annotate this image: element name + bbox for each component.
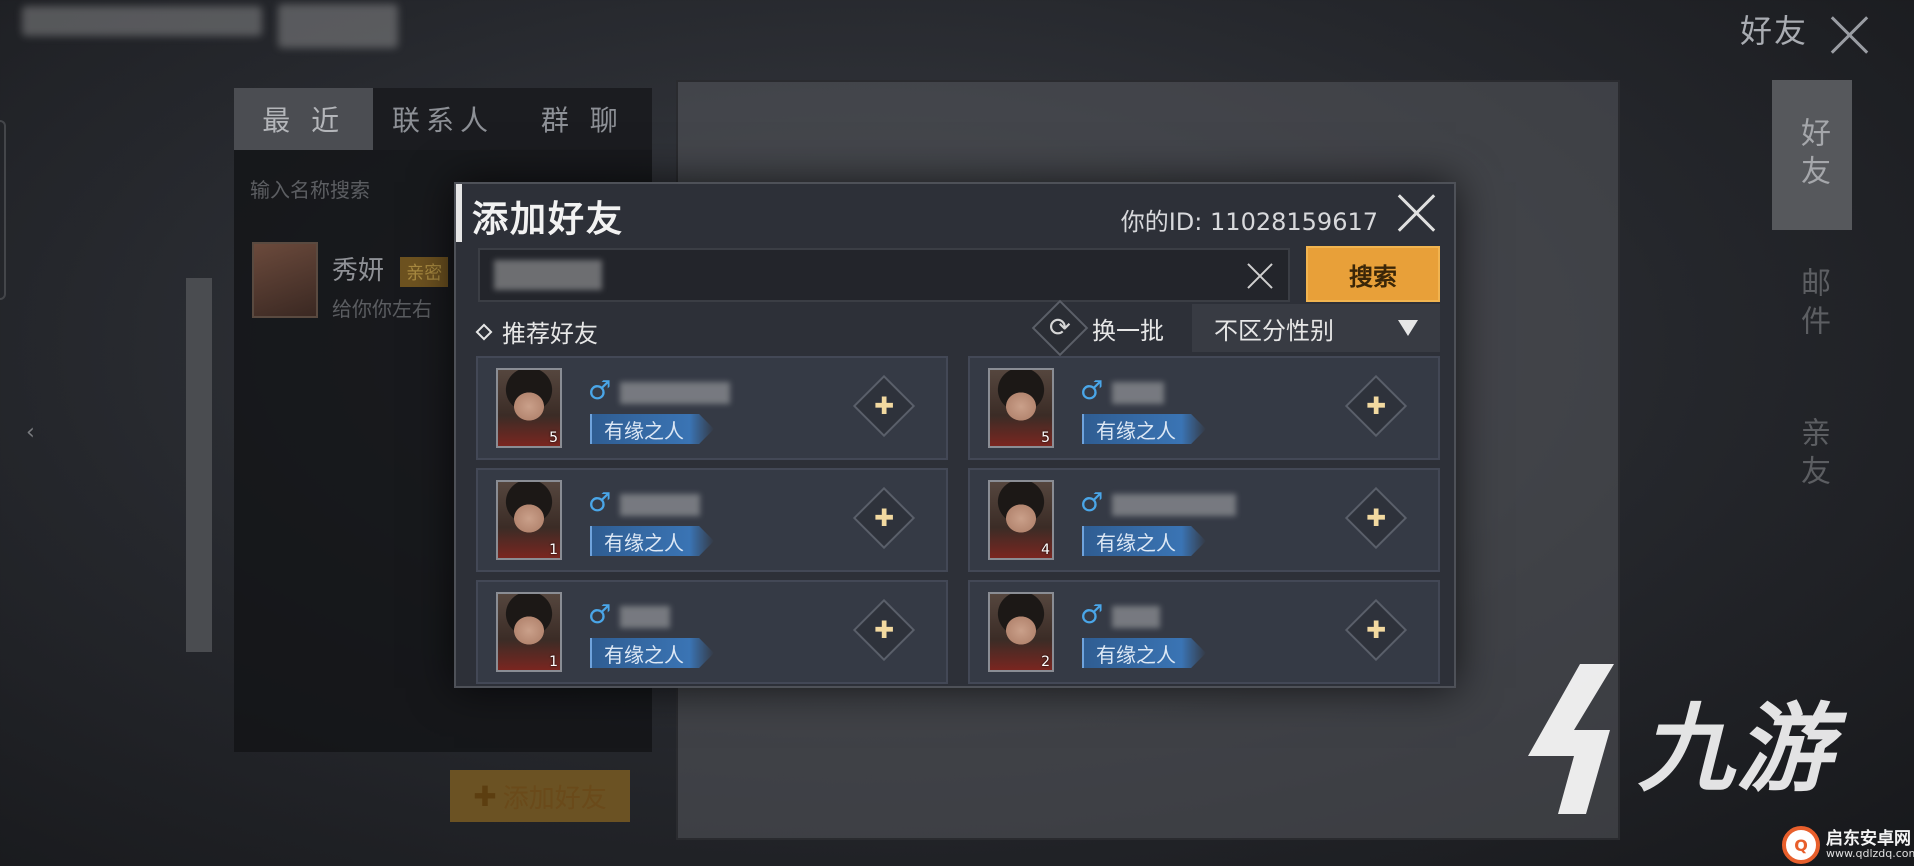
level-badge: 4 <box>1041 542 1050 558</box>
search-button[interactable]: 搜索 <box>1306 246 1440 302</box>
recommend-label: 推荐好友 <box>502 320 598 348</box>
player-name-blurred <box>620 606 670 628</box>
fate-tag: 有缘之人 <box>590 638 714 668</box>
avatar <box>252 242 318 318</box>
avatar[interactable]: 1 <box>496 480 562 560</box>
site-text: 启东安卓网 www.qdlzdq.com <box>1826 828 1914 861</box>
brand-name: 九游 <box>1638 692 1834 805</box>
friend-search-input[interactable] <box>478 248 1290 302</box>
gender-filter-select[interactable]: 不区分性别 <box>1192 304 1440 352</box>
site-name: 启东安卓网 <box>1826 828 1911 849</box>
site-watermark: Q 启东安卓网 www.qdlzdq.com <box>1782 826 1914 864</box>
male-icon: ♂ <box>1080 488 1104 518</box>
search-query-blurred <box>494 260 602 290</box>
site-logo-icon: Q <box>1782 826 1820 864</box>
recommend-heading: 推荐好友 <box>475 314 598 349</box>
player-name-blurred <box>1112 606 1160 628</box>
add-friend-icon[interactable]: ✚ <box>852 374 916 438</box>
add-friend-icon[interactable]: ✚ <box>852 486 916 550</box>
screen-title: 好友 <box>1739 12 1808 50</box>
male-icon: ♂ <box>1080 376 1104 406</box>
fate-tag: 有缘之人 <box>1082 526 1206 556</box>
recommendation-card: 1 ♂ 有缘之人 ✚ <box>476 468 948 572</box>
fate-tag: 有缘之人 <box>590 526 714 556</box>
level-badge: 1 <box>549 654 558 670</box>
level-badge: 5 <box>1041 430 1050 446</box>
add-friend-icon[interactable]: ✚ <box>1344 598 1408 662</box>
refresh-label: 换一批 <box>1092 316 1164 345</box>
diamond-icon <box>475 323 493 340</box>
site-url: www.qdlzdq.com <box>1826 847 1914 861</box>
player-name-blurred <box>1112 494 1236 516</box>
add-friend-label: 添加好友 <box>502 783 607 814</box>
tab-friends[interactable]: 好友 <box>1772 80 1852 230</box>
fate-tag: 有缘之人 <box>1082 638 1206 668</box>
recommendation-card: 1 ♂ 有缘之人 ✚ <box>476 580 948 684</box>
tab-contacts[interactable]: 联系人 <box>373 88 512 150</box>
scrollbar[interactable] <box>186 278 212 652</box>
chevron-left-icon[interactable]: ‹ <box>26 420 35 445</box>
brand-logo-icon <box>1528 664 1614 814</box>
recommendation-card: 4 ♂ 有缘之人 ✚ <box>968 468 1440 572</box>
refresh-button[interactable]: ⟳ 换一批 <box>1031 299 1164 357</box>
avatar[interactable]: 4 <box>988 480 1054 560</box>
level-badge: 2 <box>1041 654 1050 670</box>
add-friend-icon[interactable]: ✚ <box>852 598 916 662</box>
your-id: 你的ID: 11028159617 <box>1121 202 1378 237</box>
player-name-blurred <box>1112 382 1164 404</box>
player-name-blurred <box>620 494 700 516</box>
male-icon: ♂ <box>588 376 612 406</box>
add-friend-icon: ✚ <box>473 779 497 813</box>
your-id-label: 你的ID: <box>1120 208 1203 236</box>
title-accent-bar <box>456 184 462 242</box>
fate-tag: 有缘之人 <box>1082 414 1206 444</box>
right-tab-bar: 好友 邮件 亲友 <box>1772 80 1852 530</box>
dialog-title: 添加好友 <box>472 199 625 240</box>
tab-groups[interactable]: 群 聊 <box>513 88 652 150</box>
your-id-value: 11028159617 <box>1210 208 1378 236</box>
level-badge: 5 <box>549 430 558 446</box>
screen-close-icon[interactable] <box>1826 12 1872 58</box>
tab-relatives[interactable]: 亲友 <box>1772 380 1852 530</box>
male-icon: ♂ <box>1080 600 1104 630</box>
add-friend-icon[interactable]: ✚ <box>1344 486 1408 550</box>
fate-tag: 有缘之人 <box>590 414 714 444</box>
avatar[interactable]: 5 <box>496 368 562 448</box>
close-icon[interactable] <box>1396 192 1438 234</box>
recommendation-card: 5 ♂ 有缘之人 ✚ <box>476 356 948 460</box>
blurred-player-name <box>22 6 262 36</box>
recent-chat-item[interactable]: 秀妍 亲密 给你你左右 <box>252 242 449 322</box>
recommendation-card: 5 ♂ 有缘之人 ✚ <box>968 356 1440 460</box>
brand-watermark: 九游 <box>1510 660 1834 820</box>
player-name-blurred <box>620 382 730 404</box>
intimacy-badge: 亲密 <box>400 257 449 287</box>
male-icon: ♂ <box>588 488 612 518</box>
add-friend-icon[interactable]: ✚ <box>1344 374 1408 438</box>
tab-recent[interactable]: 最 近 <box>234 88 374 150</box>
chat-preview: 给你你左右 <box>332 297 432 321</box>
blurred-player-info <box>278 4 398 48</box>
chat-tabs: 最 近 联系人 群 聊 <box>234 88 652 150</box>
add-friend-button[interactable]: ✚ 添加好友 <box>450 770 630 822</box>
avatar[interactable]: 2 <box>988 592 1054 672</box>
recommendation-card: 2 ♂ 有缘之人 ✚ <box>968 580 1440 684</box>
caret-down-icon <box>1398 320 1418 336</box>
clear-icon[interactable] <box>1246 262 1274 290</box>
chat-name-row: 秀妍 亲密 <box>332 250 449 287</box>
gender-filter-value: 不区分性别 <box>1214 316 1334 345</box>
male-icon: ♂ <box>588 600 612 630</box>
left-drawer-handle[interactable] <box>0 120 6 300</box>
tab-mail[interactable]: 邮件 <box>1772 230 1852 380</box>
refresh-icon: ⟳ <box>1031 299 1089 357</box>
add-friend-dialog: 添加好友 你的ID: 11028159617 搜索 推荐好友 ⟳ 换一批 不区分… <box>454 182 1456 688</box>
avatar[interactable]: 1 <box>496 592 562 672</box>
chat-name: 秀妍 <box>332 256 385 286</box>
level-badge: 1 <box>549 542 558 558</box>
avatar[interactable]: 5 <box>988 368 1054 448</box>
